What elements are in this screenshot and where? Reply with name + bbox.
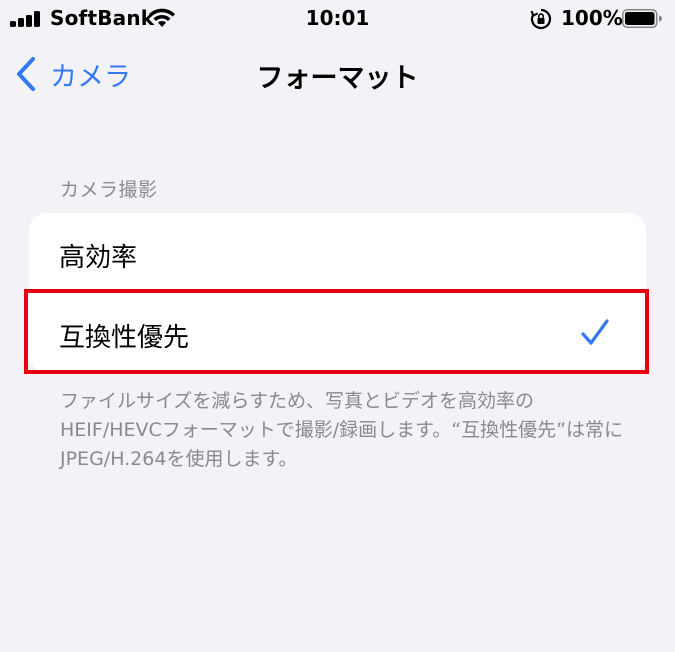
navigation-bar: カメラ フォーマット: [0, 44, 675, 106]
section-footer: ファイルサイズを減らすため、写真とビデオを高効率のHEIF/HEVCフォーマット…: [60, 390, 623, 470]
battery-percent: 100%: [561, 6, 623, 30]
section-header: カメラ撮影: [60, 179, 158, 201]
status-bar: SoftBank 10:01 100%: [0, 0, 675, 38]
battery-icon: [622, 9, 662, 28]
option-most-compatible[interactable]: 互換性優先: [29, 293, 646, 373]
option-high-efficiency[interactable]: 高効率: [29, 213, 646, 293]
page-title: フォーマット: [256, 63, 419, 94]
checkmark-icon: [581, 319, 609, 345]
rotation-lock-icon: [530, 8, 552, 30]
format-options-list: 高効率 互換性優先: [29, 213, 646, 373]
option-label: 互換性優先: [59, 323, 190, 353]
option-label: 高効率: [59, 243, 138, 273]
